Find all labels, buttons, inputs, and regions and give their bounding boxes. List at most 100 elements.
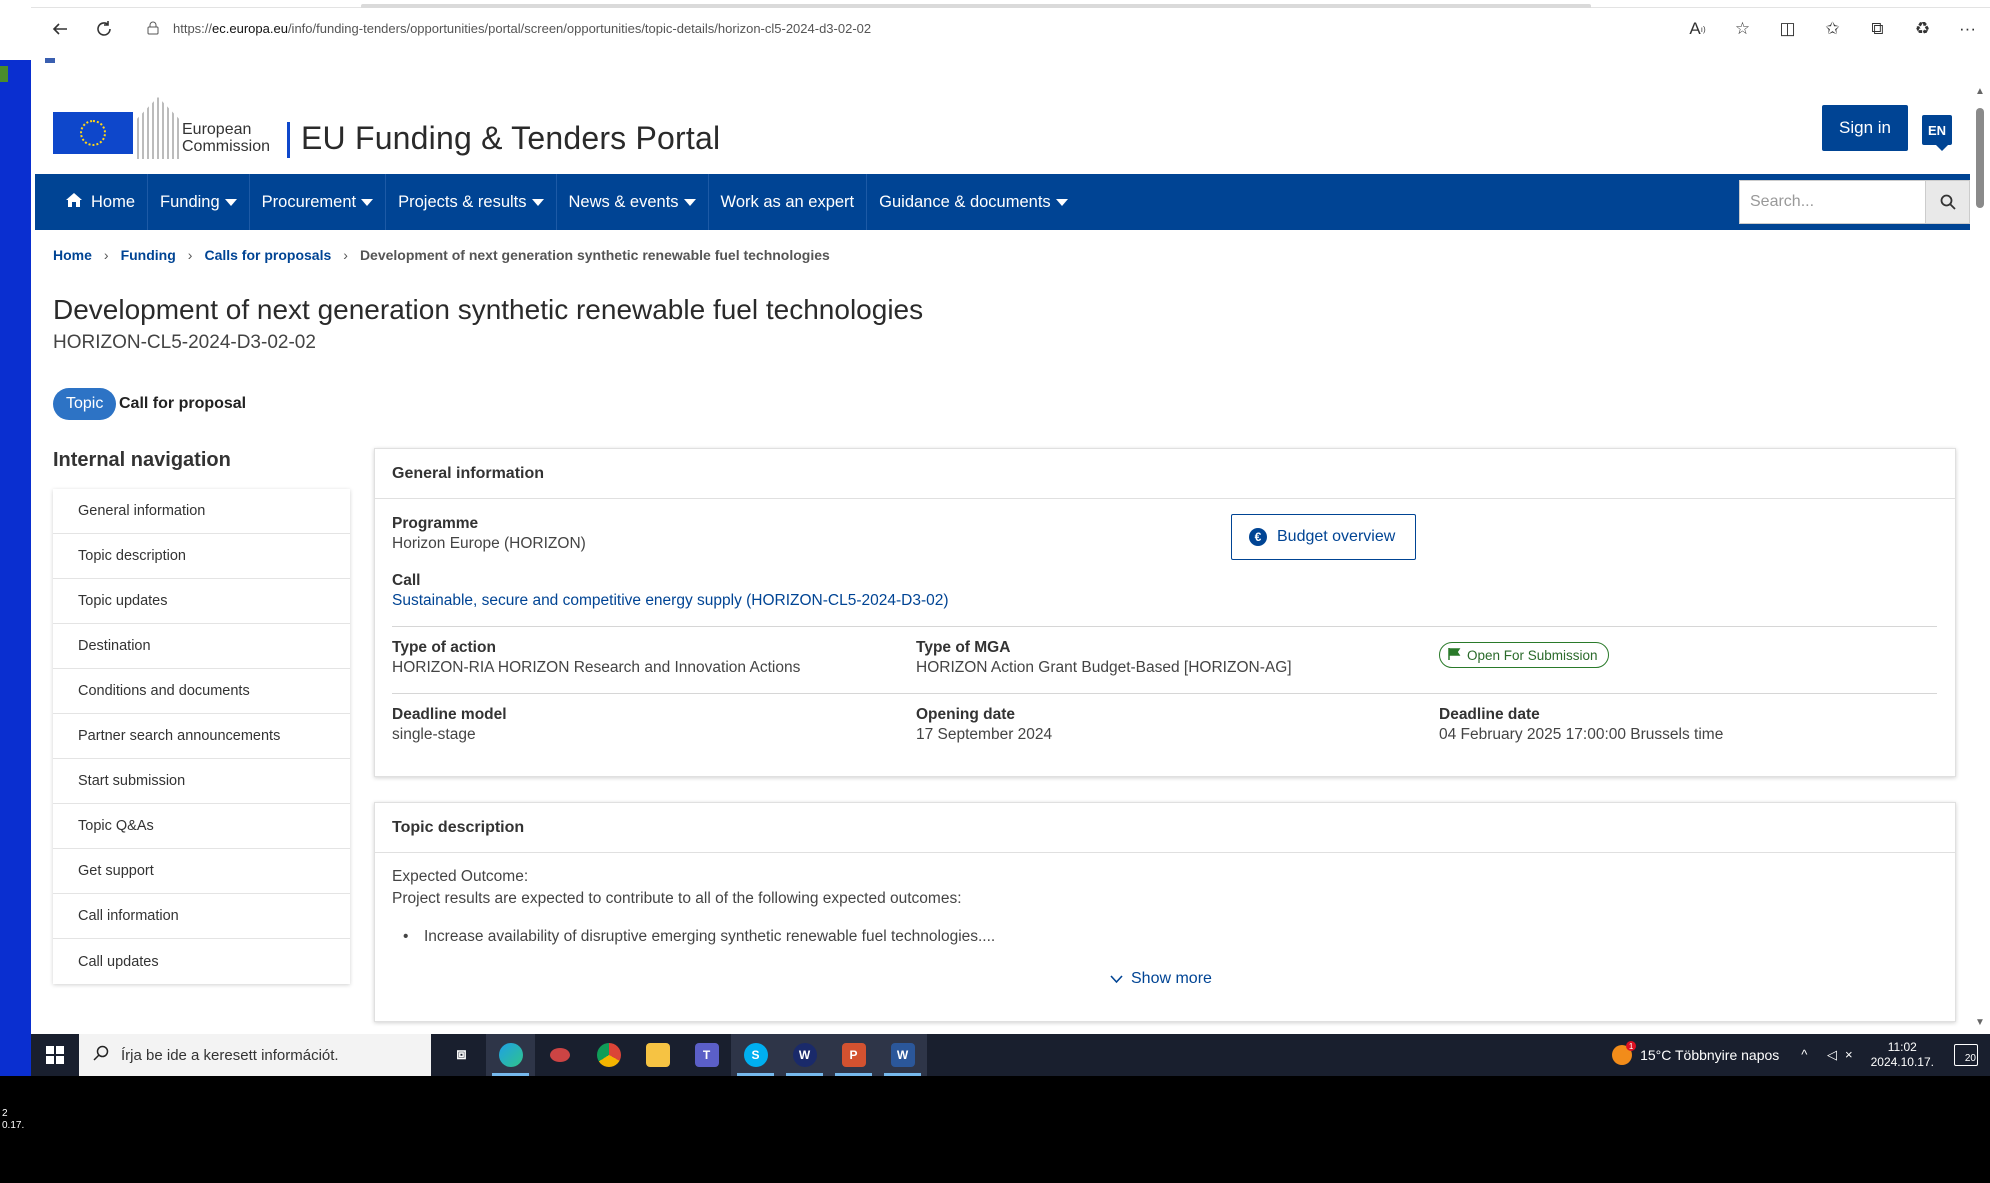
favorites-list-icon[interactable]: ✩ [1810,12,1855,46]
page-scrollbar[interactable]: ▲ ▼ [1970,82,1990,1034]
divider [392,626,1937,627]
back-arrow-icon[interactable] [43,12,77,46]
sign-in-button[interactable]: Sign in [1822,105,1908,151]
windows-taskbar: Írja be ide a keresett információt. ⧈ T … [31,1034,1990,1076]
tray-chevron-volume-icons[interactable]: ^ ◁× [1801,1047,1860,1063]
call-field: Call Sustainable, secure and competitive… [392,572,949,610]
ec-logo-line1: European [182,121,252,138]
topic-description-card: Topic description Expected Outcome: Proj… [374,802,1956,1022]
search-button[interactable] [1926,180,1970,224]
int-nav-start-submission[interactable]: Start submission [53,759,350,804]
file-explorer-icon[interactable] [633,1034,682,1076]
budget-overview-label: Budget overview [1277,528,1396,545]
type-of-mga-value: HORIZON Action Grant Budget-Based [HORIZ… [916,659,1292,676]
deadline-date-label: Deadline date [1439,706,1540,723]
european-commission-logo[interactable]: European Commission [53,96,283,160]
url-field[interactable]: https://ec.europa.eu/info/funding-tender… [133,13,1753,43]
favorites-bar-icon[interactable] [45,58,55,63]
active-tab[interactable] [361,4,1591,8]
more-options-icon[interactable]: ··· [1945,12,1990,46]
show-more-label: Show more [1131,970,1212,987]
nav-procurement-label: Procurement [261,192,357,211]
deadline-model-label: Deadline model [392,706,507,723]
breadcrumb-calls[interactable]: Calls for proposals [204,247,331,263]
nav-funding-label: Funding [160,192,220,211]
int-nav-conditions-documents[interactable]: Conditions and documents [53,669,350,714]
lock-icon[interactable] [147,21,161,35]
int-nav-topic-updates[interactable]: Topic updates [53,579,350,624]
nav-work-as-expert[interactable]: Work as an expert [709,174,868,230]
int-nav-topic-description[interactable]: Topic description [53,534,350,579]
taskbar-clock[interactable]: 11:02 2024.10.17. [1871,1040,1934,1070]
internal-navigation-title: Internal navigation [53,449,231,471]
call-label: Call [392,572,421,589]
breadcrumb-funding[interactable]: Funding [121,247,176,263]
weather-text: 15°C Többnyire napos [1640,1047,1780,1063]
nav-funding[interactable]: Funding [148,174,250,230]
nav-news-label: News & events [568,192,679,211]
type-of-action-label: Type of action [392,639,496,656]
caret-down-icon [361,198,374,206]
type-of-mga-field: Type of MGA HORIZON Action Grant Budget-… [916,639,1292,677]
show-more-link[interactable]: Show more [1110,970,1212,988]
search-icon [1940,194,1956,210]
euro-icon: € [1249,528,1267,546]
int-nav-general-information[interactable]: General information [53,489,350,534]
int-nav-topic-qas[interactable]: Topic Q&As [53,804,350,849]
teams-icon[interactable]: T [682,1034,731,1076]
word-icon[interactable]: W [878,1034,927,1076]
split-screen-icon[interactable]: ◫ [1765,12,1810,46]
collections-icon[interactable]: ⧉ [1855,12,1900,46]
scrollbar-thumb[interactable] [1976,108,1984,208]
refresh-icon[interactable] [87,12,121,46]
second-screen-clock-fragment: 2 0.17. [0,1076,31,1183]
edge-browser-icon[interactable] [486,1034,535,1076]
page-title: Development of next generation synthetic… [53,294,924,325]
search-input[interactable] [1739,180,1926,224]
general-information-card: General information Programme Horizon Eu… [374,448,1956,777]
extensions-icon[interactable]: ♻ [1900,12,1945,46]
system-tray: 1 15°C Többnyire napos ^ ◁× 11:02 2024.1… [1612,1034,1990,1076]
int-nav-partner-search[interactable]: Partner search announcements [53,714,350,759]
read-aloud-icon[interactable]: Aı) [1675,12,1720,46]
scroll-down-icon[interactable]: ▼ [1975,1017,1985,1028]
topic-description-heading: Topic description [375,803,1955,853]
windows-start-icon[interactable] [31,1034,79,1076]
browser-window: https://ec.europa.eu/info/funding-tender… [31,0,1990,1034]
chevron-right-icon: › [187,247,193,263]
site-search [1739,180,1970,224]
chrome-browser-icon[interactable] [584,1034,633,1076]
url-path: /info/funding-tenders/opportunities/port… [287,20,872,36]
webex-icon[interactable]: W [780,1034,829,1076]
portal-title[interactable]: EU Funding & Tenders Portal [301,120,720,157]
breadcrumb-home[interactable]: Home [53,247,92,263]
breadcrumb-current: Development of next generation synthetic… [359,247,830,263]
taskbar-search-box[interactable]: Írja be ide a keresett információt. [79,1034,431,1076]
call-link[interactable]: Sustainable, secure and competitive ener… [392,592,949,610]
nav-guidance-documents[interactable]: Guidance & documents [867,174,1080,230]
nav-projects-results[interactable]: Projects & results [386,174,557,230]
skype-icon[interactable]: S [731,1034,780,1076]
expected-outcome-intro: Project results are expected to contribu… [392,890,962,907]
nav-procurement[interactable]: Procurement [250,174,387,230]
topic-type: Call for proposal [119,395,247,412]
int-nav-call-updates[interactable]: Call updates [53,939,350,984]
weather-widget[interactable]: 1 15°C Többnyire napos [1612,1041,1780,1065]
snipping-tool-icon[interactable] [535,1034,584,1076]
status-label: Open For Submission [1467,647,1598,663]
favorite-star-icon[interactable]: ☆ [1720,12,1765,46]
notification-center-icon[interactable]: 20 [1954,1044,1978,1066]
ec-logo-line2: Commission [182,138,271,155]
int-nav-call-information[interactable]: Call information [53,894,350,939]
budget-overview-button[interactable]: € Budget overview [1231,514,1416,560]
int-nav-destination[interactable]: Destination [53,624,350,669]
powerpoint-icon[interactable]: P [829,1034,878,1076]
scroll-up-icon[interactable]: ▲ [1975,86,1985,97]
task-view-icon[interactable]: ⧈ [437,1034,486,1076]
web-page: European Commission EU Funding & Tenders… [35,82,1970,1034]
int-nav-get-support[interactable]: Get support [53,849,350,894]
topic-identifier: HORIZON-CL5-2024-D3-02-02 [53,332,316,353]
nav-home[interactable]: Home [53,174,149,230]
language-selector[interactable]: EN [1922,115,1952,151]
nav-news-events[interactable]: News & events [557,174,709,230]
